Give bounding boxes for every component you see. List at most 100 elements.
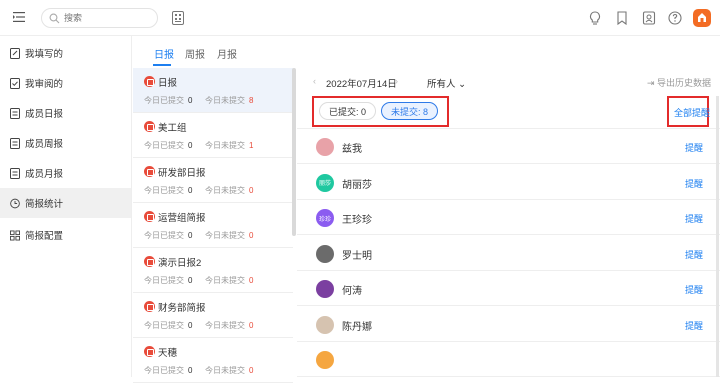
member-row: 珍珍 王珍珍 提醒 [297, 200, 720, 235]
member-status-panel: ‹ 2022年07月14日 › 所有人 ⌄ ⇥ 导出历史数据 已提交: 0 未提… [297, 68, 720, 377]
sidebar-item-label: 我填写的 [25, 49, 64, 60]
report-card[interactable]: 演示日报2 今日已提交 0 今日未提交 0 [133, 248, 293, 293]
member-row: 罗士明 提醒 [297, 236, 720, 271]
report-icon [144, 166, 155, 177]
sidebar-item-label: 成员周报 [25, 139, 64, 150]
avatar [316, 315, 334, 334]
sidebar-item-member-daily[interactable]: 成员日报 [0, 98, 131, 128]
help-icon[interactable] [667, 10, 683, 26]
app-logo[interactable] [693, 9, 711, 27]
member-list-scrollbar[interactable] [716, 96, 719, 377]
report-title: 财务部简报 [158, 303, 206, 314]
submitted-filter-chip[interactable]: 已提交: 0 [319, 102, 377, 120]
search-icon [49, 13, 60, 24]
report-icon [144, 121, 155, 132]
member-row: 陈丹娜 提醒 [297, 307, 720, 342]
tab-weekly[interactable]: 周报 [185, 46, 205, 61]
avatar [316, 138, 334, 156]
report-icon [144, 346, 155, 357]
unsubmitted-stat: 今日未提交 0 [205, 366, 254, 375]
report-list: 日报 今日已提交 0 今日未提交 8 美工组 今日已提交 0 今日未提交 1 研发部日报… [133, 68, 295, 383]
unsubmitted-filter-chip[interactable]: 未提交: 8 [381, 102, 439, 120]
member-name: 兹我 [342, 144, 362, 155]
contact-card-icon[interactable] [641, 10, 657, 26]
next-date-icon[interactable]: › [395, 76, 398, 86]
member-name: 何涛 [342, 286, 362, 297]
search-input[interactable] [64, 11, 152, 25]
tab-monthly[interactable]: 月报 [217, 46, 237, 61]
remind-button[interactable]: 提醒 [685, 141, 703, 154]
member-name: 胡丽莎 [342, 179, 372, 191]
report-card[interactable]: 研发部日报 今日已提交 0 今日未提交 0 [133, 158, 293, 203]
doc-icon [10, 107, 20, 119]
submitted-stat: 今日已提交 0 [144, 276, 193, 285]
collapse-menu-icon[interactable] [13, 12, 25, 22]
member-name: 王珍珍 [342, 215, 372, 226]
date-picker[interactable]: 2022年07月14日 [326, 76, 397, 90]
submitted-stat: 今日已提交 0 [144, 96, 193, 105]
bookmark-icon[interactable] [614, 10, 630, 26]
sidebar: 我填写的 我审阅的 成员日报 成员周报 成员月报 简报统计 简报配置 [0, 36, 132, 377]
remind-button[interactable]: 提醒 [685, 212, 703, 225]
qr-scan-icon[interactable] [172, 11, 184, 25]
member-name: 罗士明 [342, 250, 372, 262]
report-card[interactable]: 财务部简报 今日已提交 0 今日未提交 0 [133, 293, 293, 338]
edit-doc-icon [10, 47, 20, 59]
avatar [316, 244, 334, 263]
export-icon: ⇥ [647, 78, 658, 88]
chevron-down-icon: ⌄ [455, 79, 467, 90]
remind-button[interactable]: 提醒 [685, 248, 703, 261]
sidebar-item-label: 简报统计 [25, 199, 64, 210]
report-card[interactable]: 日报 今日已提交 0 今日未提交 8 [133, 68, 293, 113]
avatar [316, 280, 334, 298]
bulb-icon[interactable] [587, 10, 603, 26]
sidebar-item-report-stats[interactable]: 简报统计 [0, 188, 131, 218]
report-title: 日报 [158, 78, 178, 89]
review-doc-icon [10, 77, 20, 89]
sidebar-item-report-config[interactable]: 简报配置 [0, 220, 131, 250]
sidebar-item-label: 简报配置 [25, 231, 64, 242]
clock-icon [10, 198, 20, 208]
avatar [316, 351, 334, 369]
sidebar-item-my-reviewed[interactable]: 我审阅的 [0, 68, 131, 98]
report-card[interactable]: 美工组 今日已提交 0 今日未提交 1 [133, 113, 293, 158]
doc-icon [10, 137, 20, 149]
date-bar: ‹ 2022年07月14日 › 所有人 ⌄ ⇥ 导出历史数据 [297, 68, 720, 96]
sidebar-item-my-filled[interactable]: 我填写的 [0, 38, 131, 68]
remind-button[interactable]: 提醒 [685, 319, 703, 332]
report-icon [144, 256, 155, 267]
member-name: 陈丹娜 [342, 321, 372, 333]
unsubmitted-stat: 今日未提交 0 [205, 276, 254, 285]
report-title: 演示日报2 [158, 258, 202, 269]
report-icon [144, 301, 155, 312]
submitted-stat: 今日已提交 0 [144, 321, 193, 330]
submitted-stat: 今日已提交 0 [144, 366, 193, 375]
prev-date-icon[interactable]: ‹ [313, 76, 316, 86]
tab-daily[interactable]: 日报 [154, 46, 174, 61]
sidebar-item-member-weekly[interactable]: 成员周报 [0, 128, 131, 158]
top-bar [0, 0, 720, 36]
submitted-stat: 今日已提交 0 [144, 141, 193, 150]
search-box[interactable] [41, 8, 158, 28]
member-row: 兹我 提醒 [297, 129, 720, 164]
doc-icon [10, 167, 20, 179]
export-history-button[interactable]: ⇥ 导出历史数据 [647, 76, 711, 89]
submitted-stat: 今日已提交 0 [144, 231, 193, 240]
remind-button[interactable]: 提醒 [685, 283, 703, 296]
sidebar-item-member-monthly[interactable]: 成员月报 [0, 158, 131, 188]
grid-icon [10, 230, 20, 240]
report-list-scrollbar[interactable] [292, 68, 296, 236]
people-filter[interactable]: 所有人 ⌄ [427, 76, 466, 90]
remind-button[interactable]: 提醒 [685, 177, 703, 190]
report-card[interactable]: 运营组简报 今日已提交 0 今日未提交 0 [133, 203, 293, 248]
report-title: 天穗 [158, 348, 178, 359]
report-card[interactable]: 天穗 今日已提交 0 今日未提交 0 [133, 338, 293, 383]
unsubmitted-stat: 今日未提交 1 [205, 141, 254, 150]
unsubmitted-stat: 今日未提交 8 [205, 96, 254, 105]
logo-icon [698, 13, 706, 22]
unsubmitted-stat: 今日未提交 0 [205, 321, 254, 330]
report-title: 运营组简报 [158, 213, 206, 224]
remind-all-button[interactable]: 全部提醒 [674, 106, 710, 119]
report-type-tabs: 日报 周报 月报 [133, 36, 720, 68]
sidebar-item-label: 成员月报 [25, 169, 64, 180]
